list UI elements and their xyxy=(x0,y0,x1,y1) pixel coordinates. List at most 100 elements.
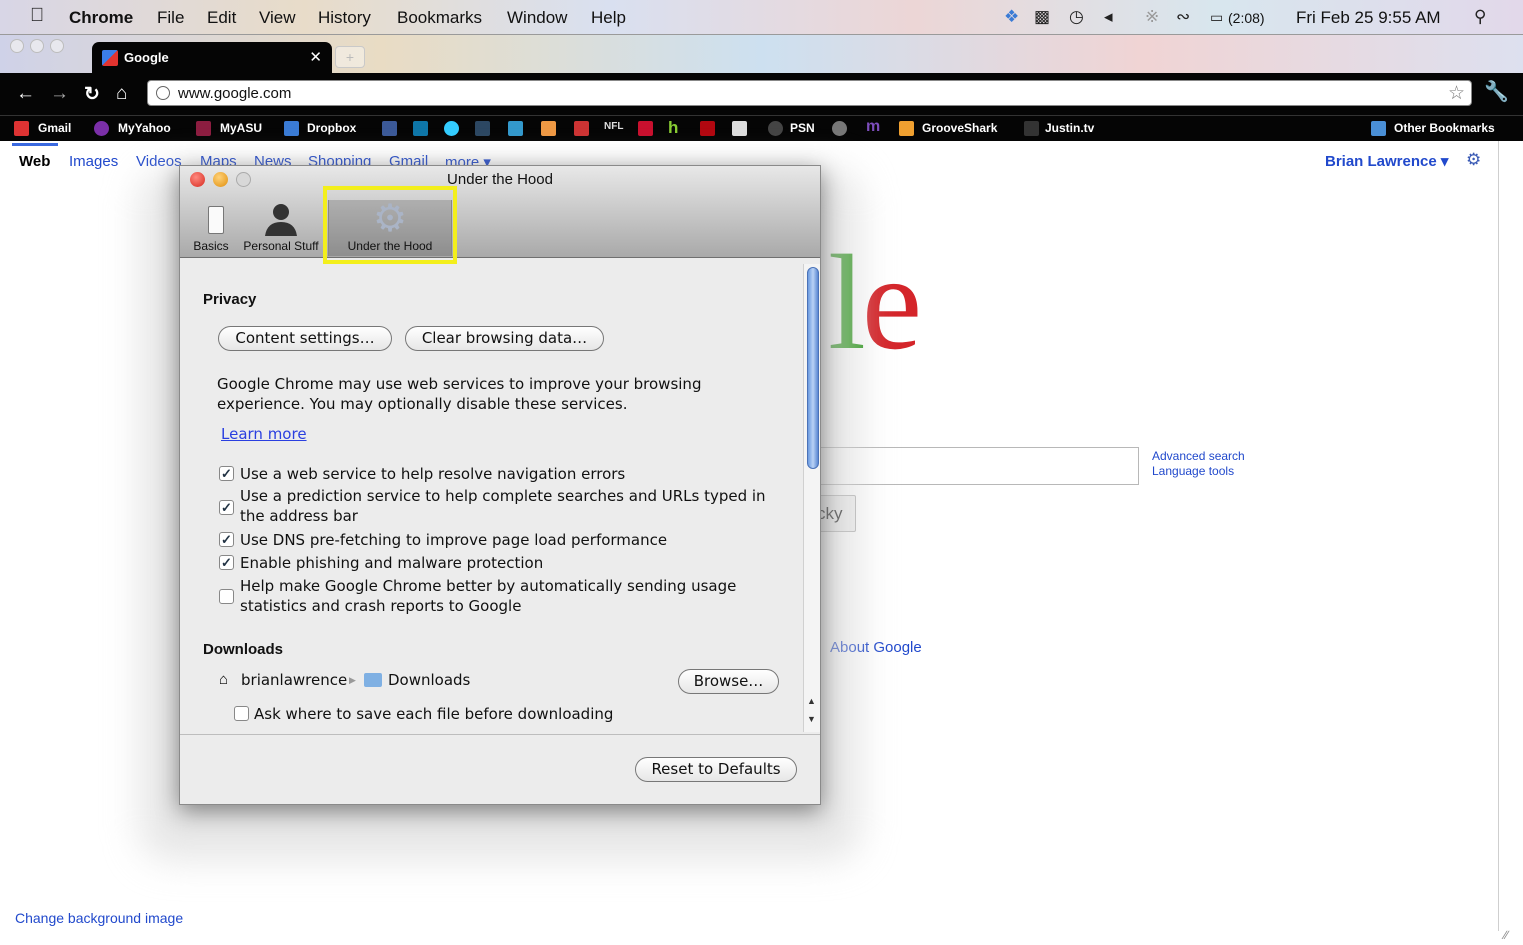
content-settings-button[interactable]: Content settings… xyxy=(218,326,392,351)
checkbox-usage-stats[interactable] xyxy=(219,589,234,604)
star-icon[interactable]: ☆ xyxy=(1448,82,1465,105)
settings-gear-icon[interactable]: ⚙ xyxy=(1466,150,1481,170)
bookmark-justintv[interactable]: Justin.tv xyxy=(1045,121,1094,135)
user-account-menu[interactable]: Brian Lawrence ▾ xyxy=(1325,152,1448,170)
menu-history[interactable]: History xyxy=(318,8,371,28)
menu-bookmarks[interactable]: Bookmarks xyxy=(397,8,482,28)
facebook-icon[interactable] xyxy=(382,121,397,136)
language-tools-link[interactable]: Language tools xyxy=(1152,464,1234,478)
bluetooth-icon[interactable]: ※ xyxy=(1145,7,1159,27)
battery-time: (2:08) xyxy=(1228,10,1265,26)
learn-more-link[interactable]: Learn more xyxy=(221,425,307,443)
tab-google[interactable]: Google ✕ xyxy=(92,42,332,73)
bookmark-icon-10[interactable] xyxy=(832,121,847,136)
checkbox-ask-download[interactable] xyxy=(234,706,249,721)
menu-edit[interactable]: Edit xyxy=(207,8,236,28)
download-path-user[interactable]: brianlawrence xyxy=(241,671,347,689)
change-background-link[interactable]: Change background image xyxy=(15,910,183,926)
linkedin-icon[interactable] xyxy=(413,121,428,136)
bookmark-myyahoo[interactable]: MyYahoo xyxy=(118,121,171,135)
wifi-icon[interactable]: ∾ xyxy=(1176,7,1190,27)
bookmark-other[interactable]: Other Bookmarks xyxy=(1394,121,1495,135)
address-url[interactable]: www.google.com xyxy=(178,85,291,102)
checkbox-prediction[interactable]: ✓ xyxy=(219,500,234,515)
web-active-indicator xyxy=(12,143,58,146)
window-minimize-dot[interactable] xyxy=(30,39,44,53)
menu-file[interactable]: File xyxy=(157,8,184,28)
menu-clock[interactable]: Fri Feb 25 9:55 AM xyxy=(1296,8,1441,28)
menu-bar:  Chrome File Edit View History Bookmark… xyxy=(0,0,1523,35)
battery-icon[interactable]: ▭ xyxy=(1210,9,1223,26)
privacy-description: Google Chrome may use web services to im… xyxy=(217,375,702,413)
window-zoom-dot[interactable] xyxy=(50,39,64,53)
back-icon[interactable]: ← xyxy=(16,83,35,105)
google-logo-e: e xyxy=(861,228,922,378)
wrench-icon[interactable]: 🔧 xyxy=(1484,79,1509,104)
checkbox-nav-errors[interactable]: ✓ xyxy=(219,466,234,481)
new-tab-button[interactable]: + xyxy=(335,46,365,68)
light-switch-icon xyxy=(208,206,224,234)
tumblr-icon[interactable] xyxy=(475,121,490,136)
bookmark-gmail[interactable]: Gmail xyxy=(38,121,71,135)
netflix-icon[interactable] xyxy=(700,121,715,136)
scroll-up-arrow-icon[interactable]: ▲ xyxy=(807,696,816,706)
browse-button[interactable]: Browse… xyxy=(678,669,779,694)
spotlight-icon[interactable]: ⚲ xyxy=(1474,7,1486,27)
menu-app-name[interactable]: Chrome xyxy=(69,8,133,28)
bookmark-icon-9[interactable] xyxy=(732,121,747,136)
google-link-images[interactable]: Images xyxy=(69,153,118,170)
scrollbar-thumb[interactable] xyxy=(807,267,819,469)
bookmark-icon-m[interactable]: m xyxy=(866,118,880,136)
checkbox-phishing[interactable]: ✓ xyxy=(219,555,234,570)
privacy-heading: Privacy xyxy=(203,291,257,308)
apple-icon[interactable]:  xyxy=(30,5,44,27)
home-icon[interactable]: ⌂ xyxy=(116,83,127,105)
menu-help[interactable]: Help xyxy=(591,8,626,28)
hulu-icon[interactable]: h xyxy=(668,118,678,138)
bookmark-icon-8[interactable] xyxy=(638,121,653,136)
bookmark-grooveshark[interactable]: GrooveShark xyxy=(922,121,997,135)
option-nav-errors-label: Use a web service to help resolve naviga… xyxy=(240,465,626,483)
window-close-dot[interactable] xyxy=(10,39,24,53)
option-phishing-label: Enable phishing and malware protection xyxy=(240,554,544,572)
option-prediction-label: Use a prediction service to help complet… xyxy=(240,487,766,525)
google-search-input[interactable] xyxy=(817,447,1139,485)
scroll-down-arrow-icon[interactable]: ▼ xyxy=(807,714,816,724)
twitter-icon[interactable] xyxy=(444,121,459,136)
tab-personal-stuff[interactable]: Personal Stuff xyxy=(238,200,324,256)
home-folder-icon: ⌂ xyxy=(219,671,229,688)
google-link-web[interactable]: Web xyxy=(19,153,50,170)
resize-grip-icon[interactable]: ∕∕ xyxy=(1504,928,1508,942)
clear-browsing-data-button[interactable]: Clear browsing data… xyxy=(405,326,604,351)
downloads-folder-icon xyxy=(364,673,382,687)
path-separator-icon: ▶ xyxy=(349,675,356,685)
dialog-title: Under the Hood xyxy=(447,171,553,188)
menu-window[interactable]: Window xyxy=(507,8,567,28)
reload-icon[interactable]: ↻ xyxy=(84,83,100,106)
forward-icon[interactable]: → xyxy=(50,83,69,105)
downloads-heading: Downloads xyxy=(203,641,284,658)
bookmark-psn[interactable]: PSN xyxy=(790,121,815,135)
tab-close-icon[interactable]: ✕ xyxy=(309,48,322,66)
dropbox-menu-icon[interactable]: ❖ xyxy=(1004,7,1019,27)
advanced-search-link[interactable]: Advanced search xyxy=(1152,449,1245,463)
bookmark-icon-6[interactable] xyxy=(541,121,556,136)
bookmark-icon-7[interactable] xyxy=(574,121,589,136)
reset-to-defaults-button[interactable]: Reset to Defaults xyxy=(635,757,797,782)
tab-basics[interactable]: Basics xyxy=(186,200,236,256)
dialog-scrollbar[interactable]: ▲ ▼ xyxy=(803,264,820,732)
address-bar[interactable]: www.google.com ☆ xyxy=(147,80,1472,106)
checkbox-dns-prefetch[interactable]: ✓ xyxy=(219,532,234,547)
bookmark-myasu[interactable]: MyASU xyxy=(220,121,262,135)
bookmark-icon-5[interactable] xyxy=(508,121,523,136)
download-path-folder[interactable]: Downloads xyxy=(388,671,470,689)
bookmark-dropbox[interactable]: Dropbox xyxy=(307,121,356,135)
time-machine-icon[interactable]: ◷ xyxy=(1069,7,1084,27)
dialog-footer: Reset to Defaults xyxy=(180,734,820,804)
menu-view[interactable]: View xyxy=(259,8,296,28)
yahoo-icon xyxy=(94,121,109,136)
volume-icon[interactable]: ◂ xyxy=(1104,7,1113,27)
display-icon[interactable]: ▩ xyxy=(1034,7,1050,27)
google-link-videos[interactable]: Videos xyxy=(136,153,182,170)
nfl-icon[interactable]: NFL xyxy=(604,121,623,132)
